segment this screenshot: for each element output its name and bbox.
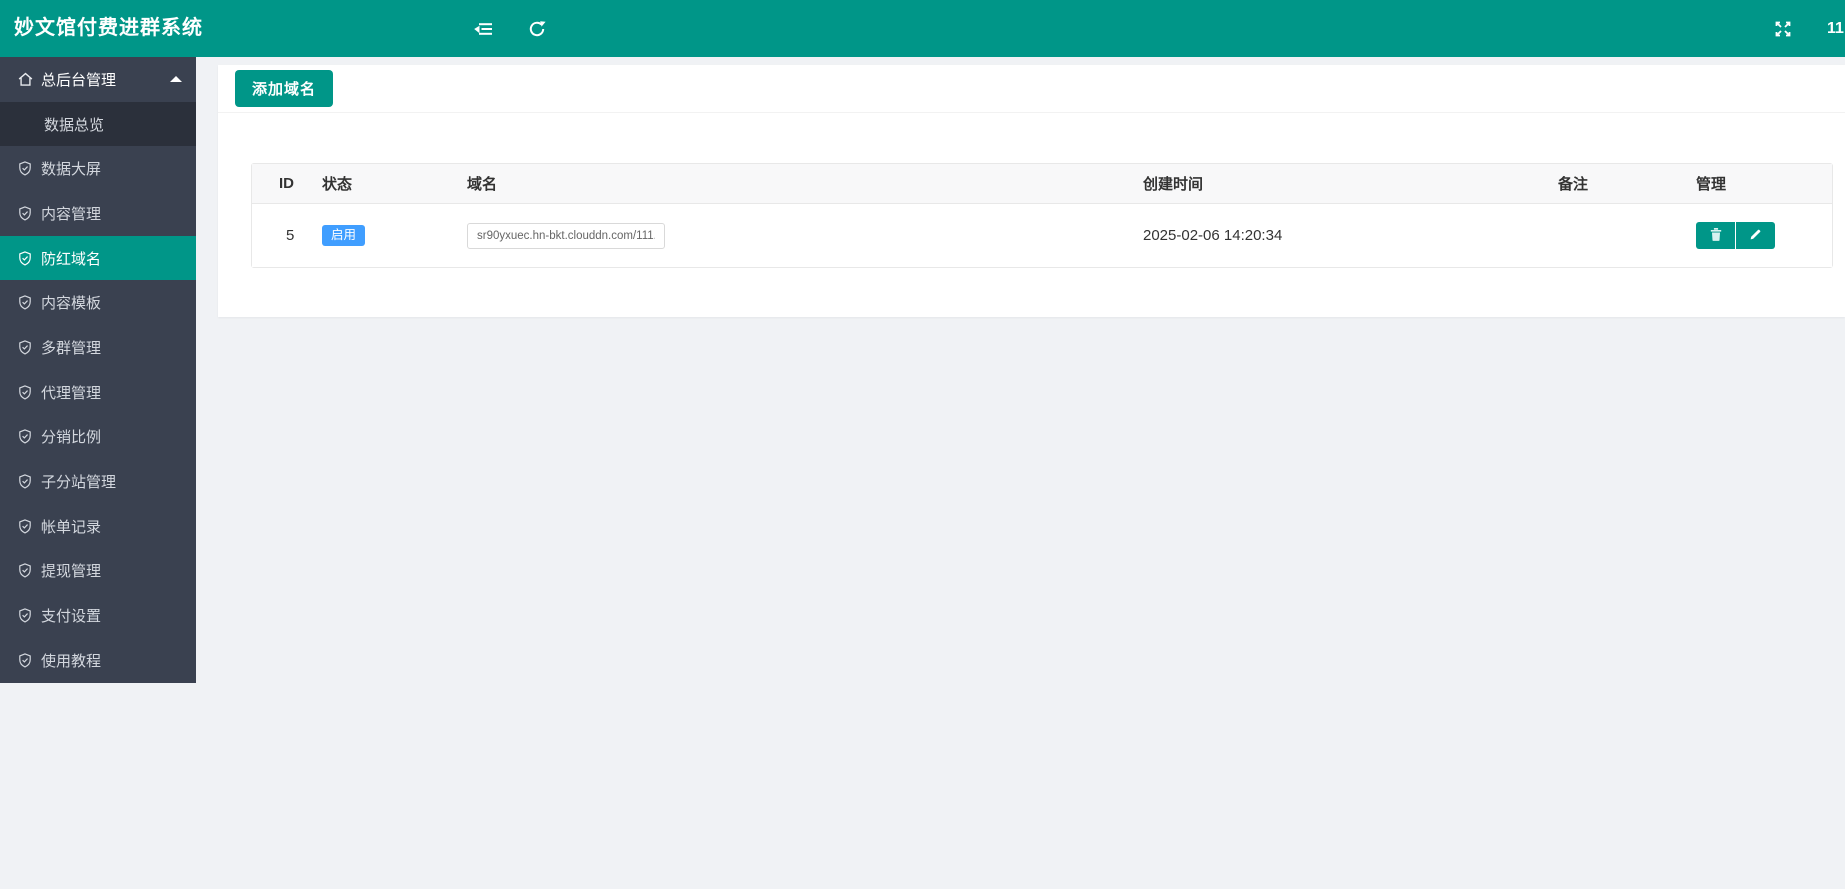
sidebar-item-content-manage[interactable]: 内容管理 xyxy=(0,191,196,236)
app-title: 妙文馆付费进群系统 xyxy=(14,17,203,39)
sidebar-item-label: 使用教程 xyxy=(41,652,102,670)
sidebar-item-label: 总后台管理 xyxy=(41,71,117,89)
shield-check-icon xyxy=(17,294,34,311)
sidebar-item-label: 提现管理 xyxy=(41,563,102,581)
header-user-text[interactable]: 11 xyxy=(1827,0,1844,57)
shield-check-icon xyxy=(17,428,34,445)
chevron-up-icon xyxy=(170,76,182,83)
cell-created: 2025-02-06 14:20:34 xyxy=(1143,227,1283,244)
sidebar-item-label: 防红域名 xyxy=(41,250,102,268)
sidebar: 总后台管理 数据总览 数据大屏 内容管理 防红域名 内容模板 多群管理 代理管理… xyxy=(0,57,196,683)
col-header-id: ID xyxy=(279,175,294,192)
trash-icon xyxy=(1709,227,1723,245)
shield-check-icon xyxy=(17,384,34,401)
cell-domain xyxy=(440,222,1116,249)
refresh-icon[interactable] xyxy=(516,0,558,57)
cell-id: 5 xyxy=(286,227,295,244)
shield-check-icon xyxy=(17,250,34,267)
sidebar-item-label: 内容模板 xyxy=(41,295,102,313)
sidebar-item-content-template[interactable]: 内容模板 xyxy=(0,280,196,325)
table-row: 5 启用 2025-02-06 14:20:34 xyxy=(252,204,1832,267)
sidebar-item-label: 数据总览 xyxy=(44,116,105,134)
sidebar-item-label: 代理管理 xyxy=(41,384,102,402)
shield-check-icon xyxy=(17,160,34,177)
collapse-menu-icon[interactable] xyxy=(462,0,504,57)
sidebar-item-label: 帐单记录 xyxy=(41,518,102,536)
sidebar-item-label: 内容管理 xyxy=(41,205,102,223)
cell-actions xyxy=(1669,222,1832,249)
domains-table: ID 状态 域名 创建时间 备注 管理 5 启用 2025-02-06 14:2… xyxy=(251,163,1833,268)
sidebar-item-usage-tutorial[interactable]: 使用教程 xyxy=(0,638,196,683)
sidebar-item-data-overview[interactable]: 数据总览 xyxy=(0,101,196,147)
shield-check-icon xyxy=(17,339,34,356)
shield-check-icon xyxy=(17,473,34,490)
sidebar-item-substation-manage[interactable]: 子分站管理 xyxy=(0,459,196,504)
status-badge: 启用 xyxy=(322,225,366,246)
edit-button[interactable] xyxy=(1736,222,1775,249)
sidebar-item-multi-group[interactable]: 多群管理 xyxy=(0,325,196,370)
shield-check-icon xyxy=(17,607,34,624)
col-header-domain: 域名 xyxy=(467,176,498,193)
domain-input[interactable] xyxy=(467,222,665,249)
add-domain-button[interactable]: 添加域名 xyxy=(235,70,334,107)
shield-check-icon xyxy=(17,652,34,669)
app-header: 妙文馆付费进群系统 11 xyxy=(0,0,1845,57)
card-body: ID 状态 域名 创建时间 备注 管理 5 启用 2025-02-06 14:2… xyxy=(218,113,1845,317)
sidebar-item-data-screen[interactable]: 数据大屏 xyxy=(0,146,196,191)
delete-button[interactable] xyxy=(1696,222,1735,249)
sidebar-item-label: 子分站管理 xyxy=(41,474,117,492)
col-header-remark: 备注 xyxy=(1558,176,1589,193)
sidebar-item-distribution-ratio[interactable]: 分销比例 xyxy=(0,415,196,460)
col-header-created: 创建时间 xyxy=(1143,176,1204,193)
home-icon xyxy=(17,71,34,88)
col-header-status: 状态 xyxy=(322,176,353,193)
sidebar-item-agent-manage[interactable]: 代理管理 xyxy=(0,370,196,415)
shield-check-icon xyxy=(17,562,34,579)
cell-status: 启用 xyxy=(295,225,440,246)
sidebar-item-label: 多群管理 xyxy=(41,339,102,357)
shield-check-icon xyxy=(17,518,34,535)
sidebar-item-anti-red-domain[interactable]: 防红域名 xyxy=(0,235,196,281)
shield-check-icon xyxy=(17,205,34,222)
sidebar-item-main-admin[interactable]: 总后台管理 xyxy=(0,57,196,102)
content-card: 添加域名 ID 状态 域名 创建时间 备注 管理 5 启用 2025-02-06… xyxy=(218,65,1845,317)
fullscreen-icon[interactable] xyxy=(1762,0,1804,57)
sidebar-item-label: 数据大屏 xyxy=(41,161,102,179)
table-header-row: ID 状态 域名 创建时间 备注 管理 xyxy=(252,164,1832,204)
sidebar-item-withdraw-manage[interactable]: 提现管理 xyxy=(0,549,196,594)
sidebar-item-label: 支付设置 xyxy=(41,608,102,626)
col-header-manage: 管理 xyxy=(1696,176,1727,193)
sidebar-item-payment-settings[interactable]: 支付设置 xyxy=(0,593,196,638)
card-toolbar: 添加域名 xyxy=(218,65,1845,113)
sidebar-item-bill-records[interactable]: 帐单记录 xyxy=(0,504,196,549)
sidebar-item-label: 分销比例 xyxy=(41,429,102,447)
pencil-icon xyxy=(1749,228,1762,244)
